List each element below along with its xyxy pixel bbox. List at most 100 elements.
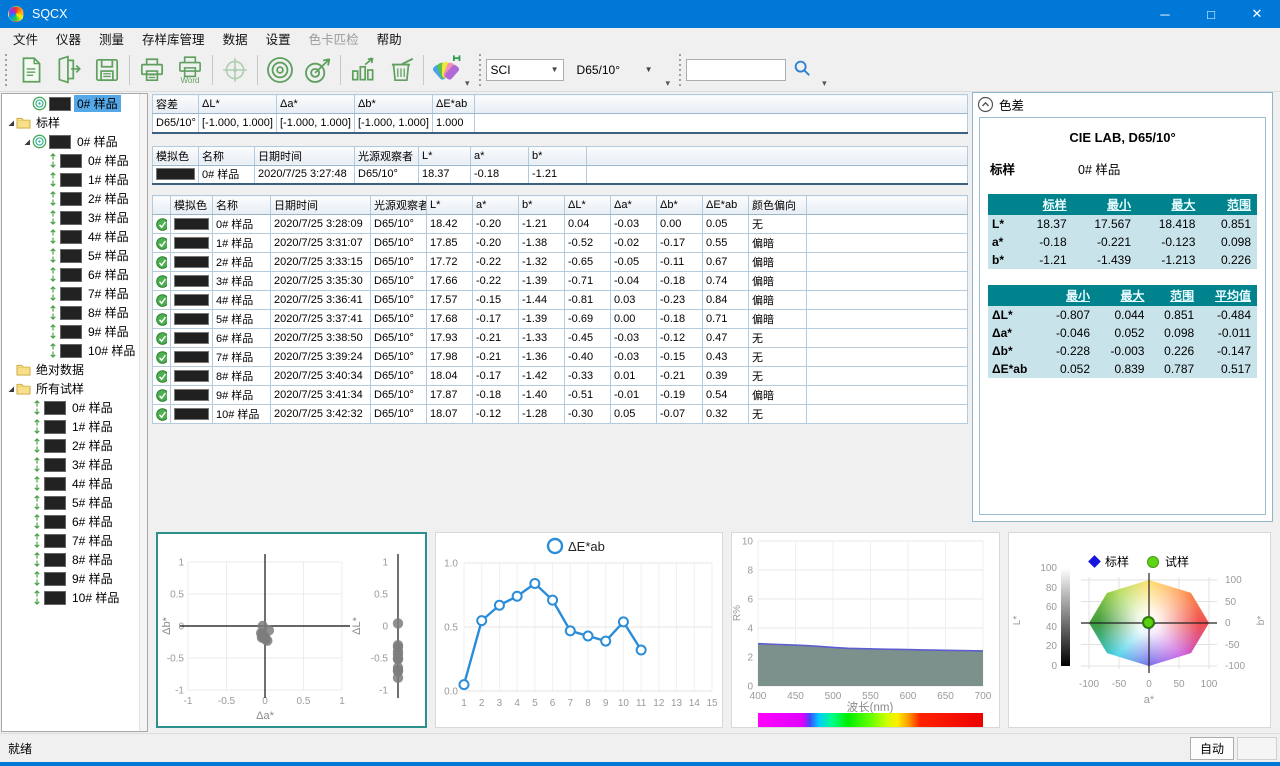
- tree-item-0#样品[interactable]: 0# 样品: [2, 398, 147, 417]
- tree-item-7#样品[interactable]: 7# 样品: [2, 284, 147, 303]
- sample-arrows-icon: [32, 590, 42, 605]
- tree-item-所有试样[interactable]: 所有试样: [2, 379, 147, 398]
- svg-text:11: 11: [636, 698, 647, 709]
- measure-standard-button[interactable]: [261, 51, 299, 89]
- cielab-report: CIE LAB, D65/10° 标样 0# 样品 标样最小最大范围L*18.3…: [979, 117, 1266, 515]
- tree-item-8#样品[interactable]: 8# 样品: [2, 303, 147, 322]
- spectral-reflectance-chart: 0246810400450500550600650700波长(nm)R%: [731, 532, 1000, 728]
- svg-text:8: 8: [585, 698, 591, 709]
- sample-arrows-icon: [48, 267, 58, 282]
- tree-item-9#样品[interactable]: 9# 样品: [2, 569, 147, 588]
- maximize-button[interactable]: □: [1188, 0, 1234, 28]
- svg-text:0: 0: [178, 622, 184, 633]
- tree-item-4#样品[interactable]: 4# 样品: [2, 474, 147, 493]
- tree-item-5#样品[interactable]: 5# 样品: [2, 246, 147, 265]
- chevron-down-icon: ▼: [545, 65, 559, 74]
- color-card-icon: [428, 53, 464, 87]
- sample-row-8#样品[interactable]: 8# 样品2020/7/25 3:40:34D65/10°18.04-0.17-…: [153, 367, 968, 386]
- expand-collapse-icon[interactable]: [6, 118, 16, 127]
- color-swatch: [44, 553, 66, 567]
- sample-row-6#样品[interactable]: 6# 样品2020/7/25 3:38:50D65/10°17.93-0.21-…: [153, 329, 968, 348]
- svg-text:-1: -1: [379, 686, 388, 697]
- toolbar-drag-handle[interactable]: [477, 53, 483, 87]
- save-button[interactable]: [88, 51, 126, 89]
- sample-arrows-icon: [32, 571, 42, 586]
- sample-marker-icon: [1147, 556, 1159, 568]
- sample-row-9#样品[interactable]: 9# 样品2020/7/25 3:41:34D65/10°17.87-0.18-…: [153, 386, 968, 405]
- calibration-target-button[interactable]: [216, 51, 254, 89]
- tree-item-2#样品[interactable]: 2# 样品: [2, 189, 147, 208]
- svg-text:1: 1: [178, 558, 184, 569]
- sci-mode-dropdown[interactable]: SCI▼: [486, 59, 564, 81]
- measure-sample-button[interactable]: [299, 51, 337, 89]
- sample-row-5#样品[interactable]: 5# 样品2020/7/25 3:37:41D65/10°17.68-0.17-…: [153, 310, 968, 329]
- status-cell: [1237, 737, 1277, 760]
- tree-item-1#样品[interactable]: 1# 样品: [2, 170, 147, 189]
- tree-item-10#样品[interactable]: 10# 样品: [2, 341, 147, 360]
- sample-row-7#样品[interactable]: 7# 样品2020/7/25 3:39:24D65/10°17.98-0.21-…: [153, 348, 968, 367]
- tree-item-1#样品[interactable]: 1# 样品: [2, 417, 147, 436]
- color-swatch: [174, 351, 209, 363]
- svg-text:1.0: 1.0: [444, 559, 458, 570]
- menu-文件[interactable]: 文件: [4, 27, 47, 50]
- tree-item-绝对数据[interactable]: 绝对数据: [2, 360, 147, 379]
- menu-帮助[interactable]: 帮助: [368, 27, 411, 50]
- delete-button[interactable]: [382, 51, 420, 89]
- print-word-button[interactable]: Word: [171, 51, 209, 89]
- tree-scrollbar[interactable]: [139, 94, 147, 731]
- tree-item-7#样品[interactable]: 7# 样品: [2, 531, 147, 550]
- export-document-button[interactable]: [50, 51, 88, 89]
- print-button[interactable]: [133, 51, 171, 89]
- toolbar-overflow-icon[interactable]: ▾: [822, 78, 827, 89]
- pass-check-icon: [156, 294, 167, 307]
- tree-item-2#样品[interactable]: 2# 样品: [2, 436, 147, 455]
- sample-row-3#样品[interactable]: 3# 样品2020/7/25 3:35:30D65/10°17.66-0.22-…: [153, 272, 968, 291]
- menu-存样库管理[interactable]: 存样库管理: [133, 27, 214, 50]
- toolbar-overflow-icon[interactable]: ▾: [465, 78, 470, 89]
- sample-row-4#样品[interactable]: 4# 样品2020/7/25 3:36:41D65/10°17.57-0.15-…: [153, 291, 968, 310]
- tree-item-3#样品[interactable]: 3# 样品: [2, 208, 147, 227]
- tree-item-0#样品[interactable]: 0# 样品: [2, 132, 147, 151]
- illuminant-dropdown[interactable]: D65/10°▼: [572, 59, 658, 81]
- expand-collapse-icon[interactable]: [22, 137, 32, 146]
- svg-text:ΔE*ab: ΔE*ab: [568, 539, 605, 554]
- tree-item-10#样品[interactable]: 10# 样品: [2, 588, 147, 607]
- minimize-button[interactable]: ─: [1142, 0, 1188, 28]
- tree-item-3#样品[interactable]: 3# 样品: [2, 455, 147, 474]
- menu-数据[interactable]: 数据: [214, 27, 257, 50]
- color-swatch: [174, 370, 209, 382]
- search-input[interactable]: [686, 59, 786, 81]
- menu-设置[interactable]: 设置: [257, 27, 300, 50]
- search-icon[interactable]: [792, 58, 812, 81]
- tree-item-6#样品[interactable]: 6# 样品: [2, 265, 147, 284]
- close-button[interactable]: ✕: [1234, 0, 1280, 28]
- tree-item-6#样品[interactable]: 6# 样品: [2, 512, 147, 531]
- title-bar: SQCX ─□✕: [0, 0, 1280, 28]
- auto-button[interactable]: 自动: [1190, 737, 1234, 760]
- color-card-button[interactable]: [427, 51, 465, 89]
- svg-text:ΔL*: ΔL*: [351, 616, 363, 634]
- tree-item-0#样品[interactable]: 0# 样品: [2, 94, 147, 113]
- sample-row-0#样品[interactable]: 0# 样品2020/7/25 3:28:09D65/10°18.42-0.20-…: [153, 215, 968, 234]
- tree-item-0#样品[interactable]: 0# 样品: [2, 151, 147, 170]
- tree-item-4#样品[interactable]: 4# 样品: [2, 227, 147, 246]
- toolbar-drag-handle[interactable]: [3, 53, 9, 87]
- expand-collapse-icon[interactable]: [6, 384, 16, 393]
- menu-仪器[interactable]: 仪器: [47, 27, 90, 50]
- pass-check-icon: [156, 237, 167, 250]
- new-document-button[interactable]: [12, 51, 50, 89]
- sample-row-1#样品[interactable]: 1# 样品2020/7/25 3:31:07D65/10°17.85-0.20-…: [153, 234, 968, 253]
- folder-icon: [16, 363, 31, 376]
- sample-row-2#样品[interactable]: 2# 样品2020/7/25 3:33:15D65/10°17.72-0.22-…: [153, 253, 968, 272]
- statistics-button[interactable]: [344, 51, 382, 89]
- menu-测量[interactable]: 测量: [90, 27, 133, 50]
- collapse-chevron-icon[interactable]: [977, 96, 994, 113]
- tree-item-标样[interactable]: 标样: [2, 113, 147, 132]
- tree-item-8#样品[interactable]: 8# 样品: [2, 550, 147, 569]
- tree-item-9#样品[interactable]: 9# 样品: [2, 322, 147, 341]
- toolbar-overflow-icon[interactable]: ▾: [666, 78, 671, 89]
- tree-item-5#样品[interactable]: 5# 样品: [2, 493, 147, 512]
- sample-row-10#样品[interactable]: 10# 样品2020/7/25 3:42:32D65/10°18.07-0.12…: [153, 405, 968, 424]
- toolbar-drag-handle[interactable]: [677, 53, 683, 87]
- color-swatch: [60, 325, 82, 339]
